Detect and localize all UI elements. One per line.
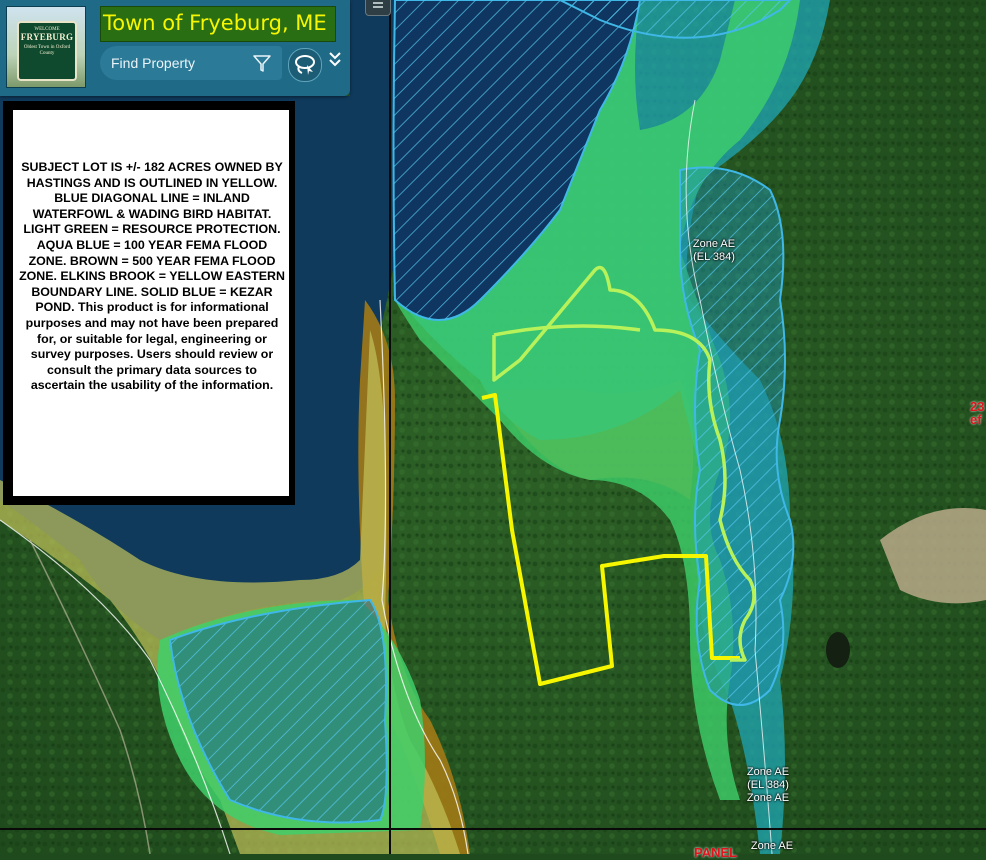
list-icon <box>373 2 383 8</box>
find-property-search[interactable]: Find Property <box>100 46 282 80</box>
zone-label-2-elevation: (EL 384) <box>747 779 789 791</box>
zone-label-1: Zone AE (EL 384) <box>686 238 742 264</box>
logo-sign: WELCOME FRYEBURG Oldest Town in Oxford C… <box>17 21 77 81</box>
red-label-right-2: ef <box>970 412 982 427</box>
zone-label-1-elevation: (EL 384) <box>693 251 735 263</box>
logo-line-2: FRYEBURG <box>20 32 74 42</box>
zone-label-3-name: Zone AE <box>750 840 794 852</box>
app-header: WELCOME FRYEBURG Oldest Town in Oxford C… <box>0 0 350 96</box>
lasso-icon <box>295 55 315 75</box>
town-logo[interactable]: WELCOME FRYEBURG Oldest Town in Oxford C… <box>6 6 86 88</box>
zone-label-3: Zone AE <box>744 840 800 853</box>
zone-label-2: Zone AE (EL 384) Zone AE <box>740 766 796 805</box>
zone-label-2b-name: Zone AE <box>746 792 790 804</box>
logo-line-3: Oldest Town in Oxford County <box>23 45 71 56</box>
red-label-right: 23 ef <box>970 400 984 426</box>
find-property-label: Find Property <box>111 55 196 71</box>
zone-label-1-name: Zone AE <box>692 238 736 250</box>
chevron-double-down-icon[interactable] <box>327 50 343 70</box>
small-pond <box>826 632 850 668</box>
filter-icon[interactable] <box>252 53 272 73</box>
map-note-box: SUBJECT LOT IS +/- 182 ACRES OWNED BY HA… <box>3 101 295 505</box>
map-note-inner: SUBJECT LOT IS +/- 182 ACRES OWNED BY HA… <box>13 110 289 496</box>
lasso-select-button[interactable] <box>288 48 322 82</box>
zone-label-2-name: Zone AE <box>746 766 790 778</box>
app-title: Town of Fryeburg, ME <box>100 6 336 42</box>
layers-toggle-button[interactable] <box>365 0 391 16</box>
map-note-text: SUBJECT LOT IS +/- 182 ACRES OWNED BY HA… <box>19 160 285 393</box>
red-label-bottom: PANEL <box>694 845 738 860</box>
